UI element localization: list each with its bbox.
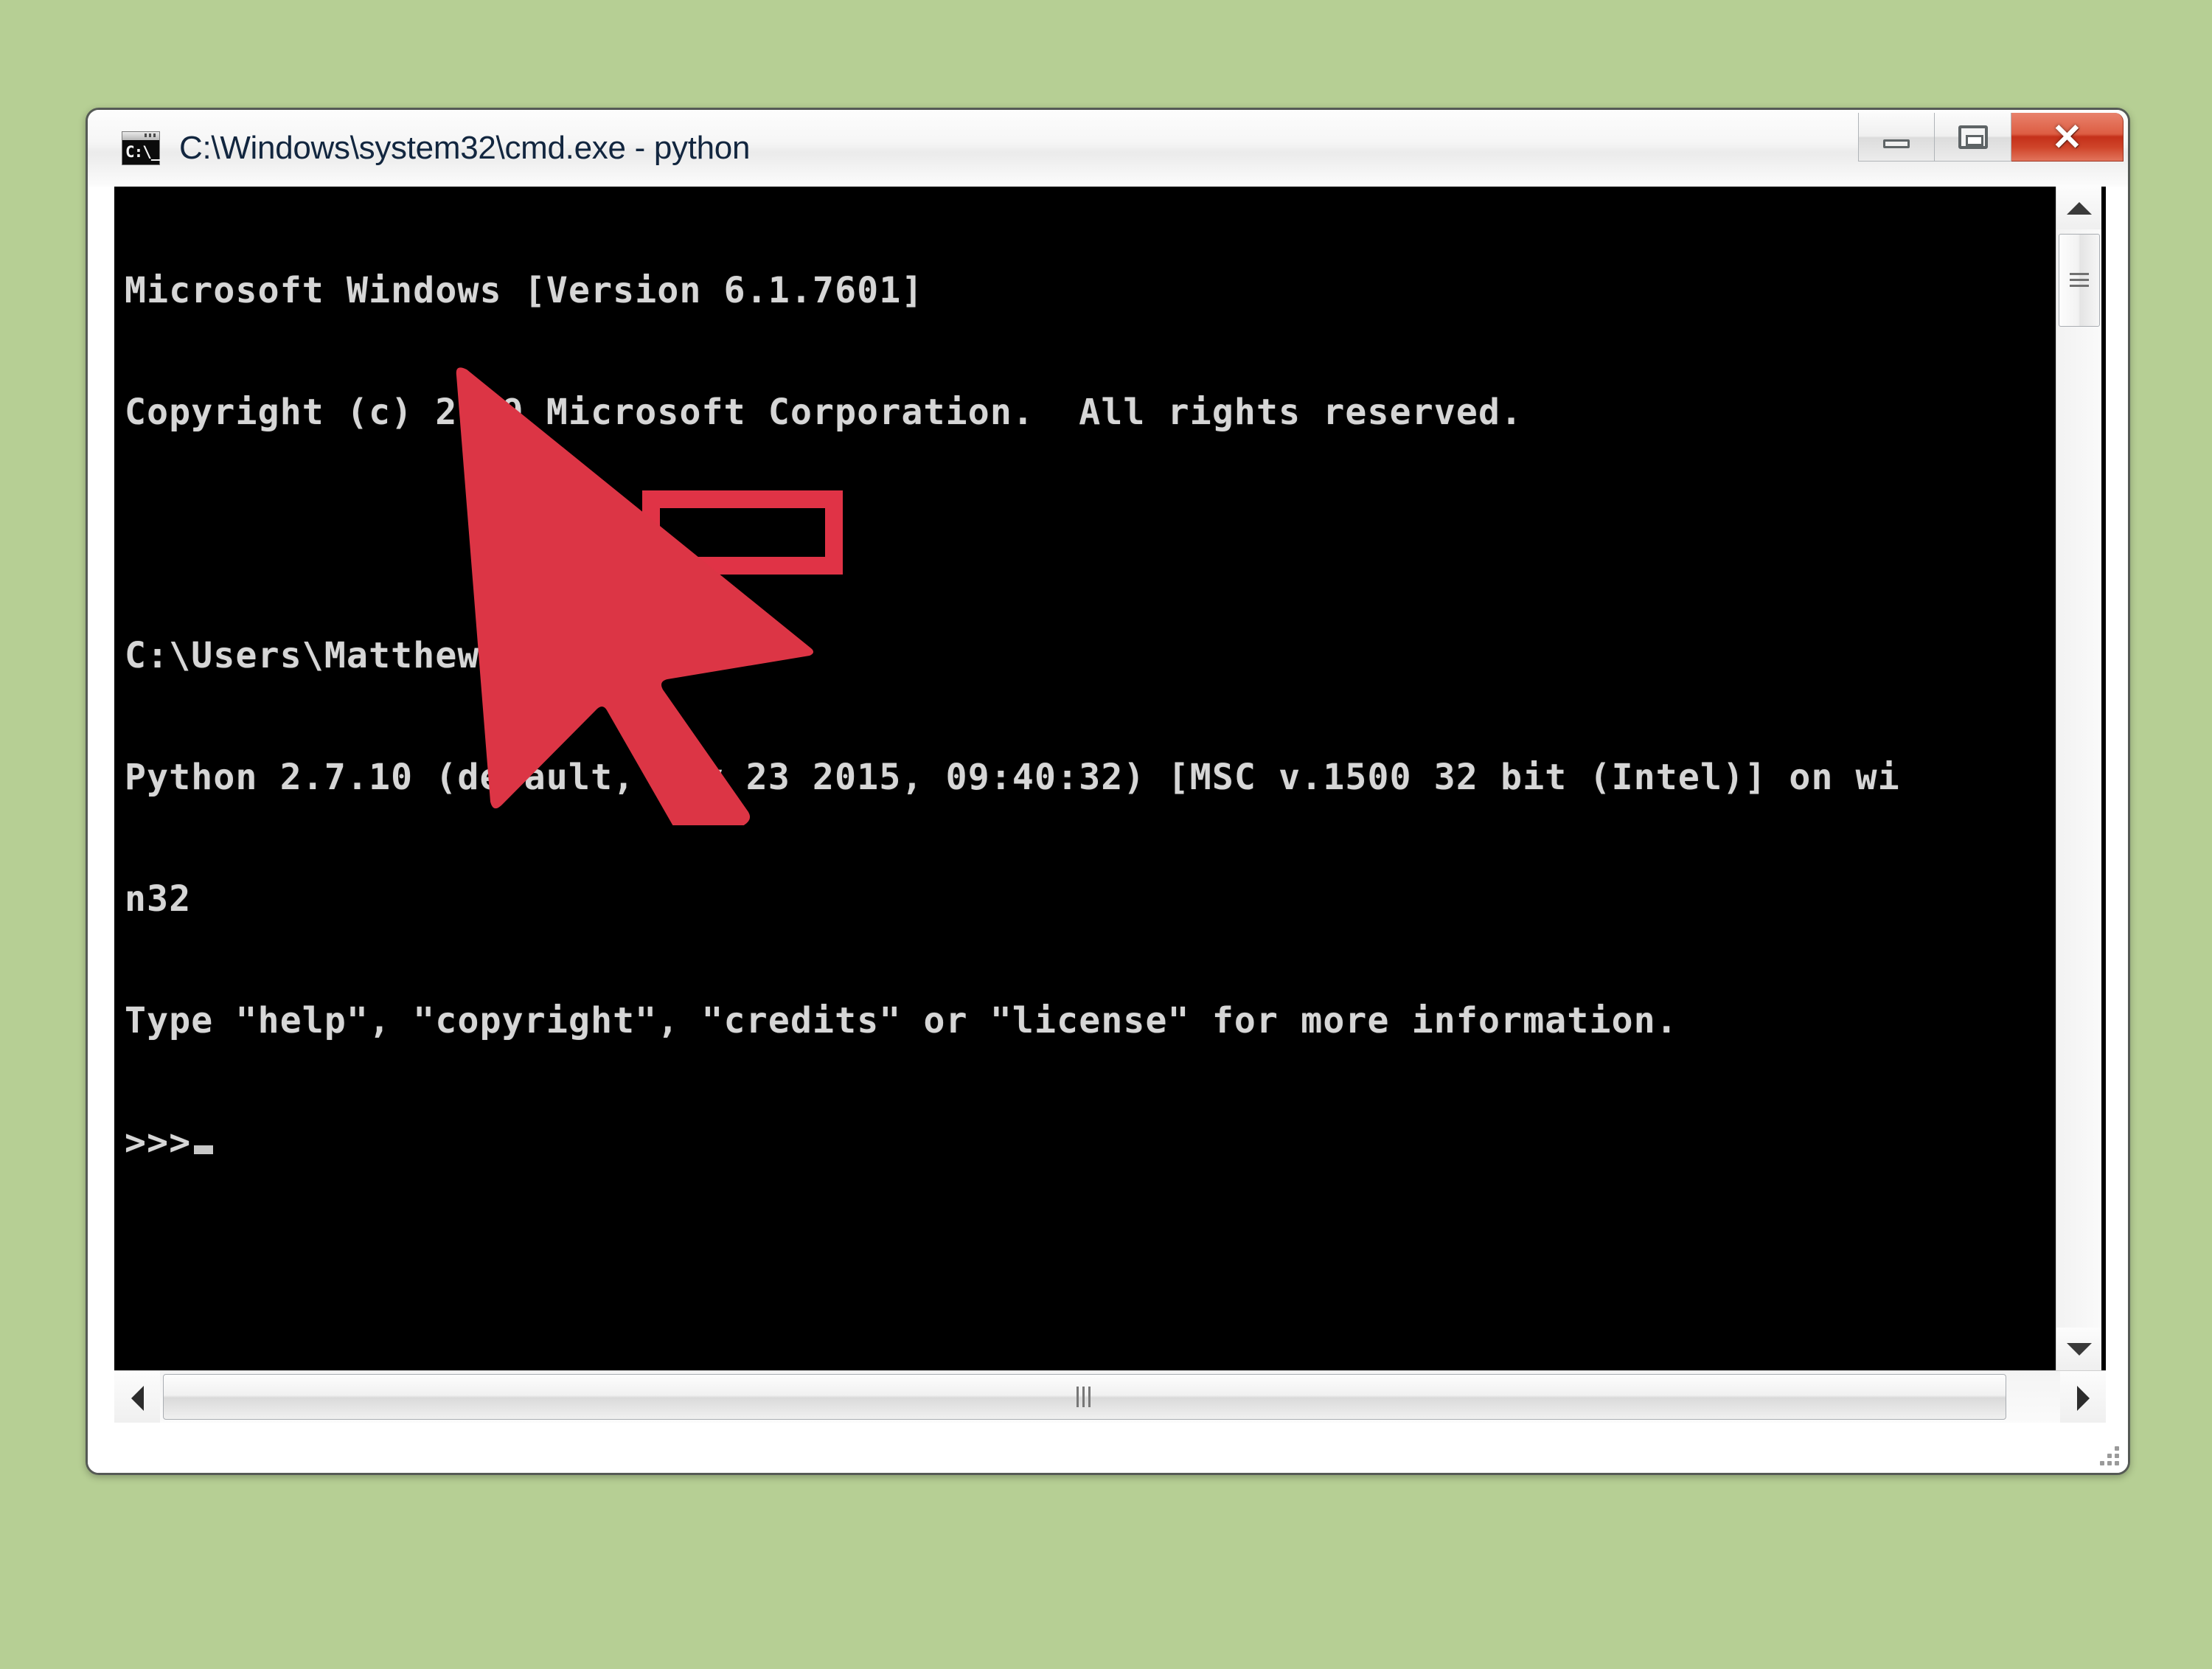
scroll-right-arrow-icon[interactable] xyxy=(2060,1371,2106,1425)
window-bottom-strip xyxy=(88,1423,2128,1473)
grip-dot xyxy=(2107,1454,2112,1458)
scroll-thumb-grip-icon xyxy=(2070,273,2089,288)
terminal-line-prompt-command: C:\Users\Matthew>python xyxy=(125,635,636,676)
highlight-box-python-command xyxy=(642,490,843,575)
icon-prompt-glyph: C:\_ xyxy=(125,143,161,161)
close-icon: ✕ xyxy=(2051,116,2083,158)
grip-dot xyxy=(2115,1454,2119,1458)
terminal-line: Microsoft Windows [Version 6.1.7601] xyxy=(125,270,924,311)
horizontal-scroll-thumb[interactable] xyxy=(163,1374,2006,1420)
restore-button[interactable] xyxy=(1935,113,2011,162)
python-prompt-symbol: >>> xyxy=(125,1122,192,1163)
terminal-text: Microsoft Windows [Version 6.1.7601] Cop… xyxy=(125,190,1900,1244)
grip-dot xyxy=(2100,1461,2104,1465)
scroll-left-arrow-icon[interactable] xyxy=(114,1371,160,1425)
terminal-line: Python 2.7.10 (default, May 23 2015, 09:… xyxy=(125,757,1900,798)
triangle-up-icon xyxy=(2066,201,2092,215)
grip-dot xyxy=(2115,1446,2119,1451)
triangle-right-icon xyxy=(2076,1385,2090,1411)
grip-dot xyxy=(2107,1461,2112,1465)
title-bar[interactable]: C:\_ C:\Windows\system32\cmd.exe - pytho… xyxy=(88,110,2128,187)
triangle-left-icon xyxy=(131,1385,144,1411)
window-title: C:\Windows\system32\cmd.exe - python xyxy=(179,130,751,166)
window-controls: ✕ xyxy=(1858,113,2124,162)
restore-icon xyxy=(1958,125,1988,149)
scroll-down-arrow-icon[interactable] xyxy=(2056,1328,2101,1370)
horizontal-scrollbar[interactable] xyxy=(114,1370,2106,1425)
terminal-line: Copyright (c) 2009 Microsoft Corporation… xyxy=(125,392,1523,433)
terminal-line: Type "help", "copyright", "credits" or "… xyxy=(125,1000,1678,1041)
icon-titlebar-strip xyxy=(122,132,159,140)
cmd-exe-icon: C:\_ xyxy=(122,131,161,165)
terminal-line-python-prompt: >>> xyxy=(125,1123,1900,1163)
close-button[interactable]: ✕ xyxy=(2011,113,2124,162)
terminal-line: n32 xyxy=(125,878,192,920)
cmd-window[interactable]: C:\_ C:\Windows\system32\cmd.exe - pytho… xyxy=(86,108,2130,1475)
resize-grip[interactable] xyxy=(2087,1433,2119,1465)
vertical-scroll-thumb[interactable] xyxy=(2059,234,2100,327)
vertical-scrollbar[interactable] xyxy=(2056,187,2101,1370)
minimize-button[interactable] xyxy=(1858,113,1935,162)
grip-dot xyxy=(2115,1461,2119,1465)
text-cursor xyxy=(194,1145,214,1154)
minimize-icon xyxy=(1883,139,1910,148)
highlight-box-inner xyxy=(660,508,825,557)
scroll-up-arrow-icon[interactable] xyxy=(2056,187,2101,229)
horizontal-scroll-track[interactable] xyxy=(160,1371,2060,1425)
terminal-output-area[interactable]: Microsoft Windows [Version 6.1.7601] Cop… xyxy=(114,187,2106,1370)
scroll-thumb-grip-icon xyxy=(1077,1387,1093,1407)
triangle-down-icon xyxy=(2066,1342,2092,1356)
